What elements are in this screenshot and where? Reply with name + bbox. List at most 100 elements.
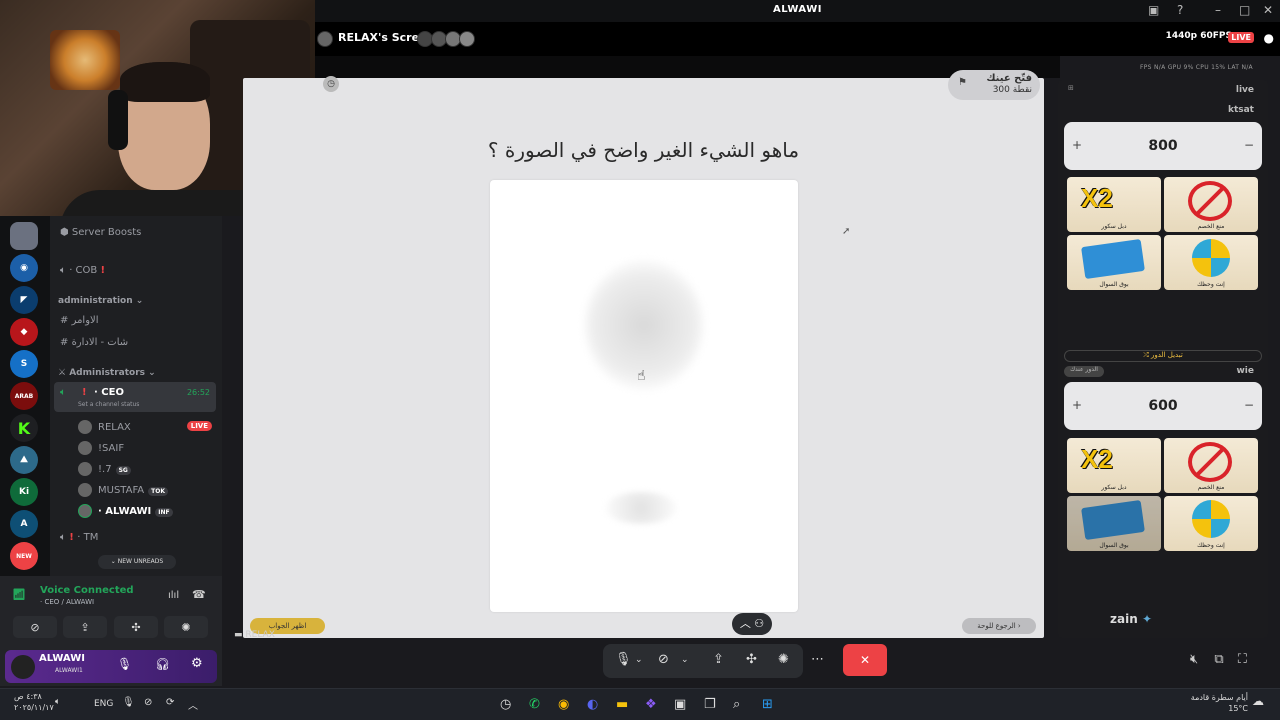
- avatar[interactable]: [11, 655, 35, 679]
- stream-view-controls: 🔇︎ ⧉ ⛶: [1190, 652, 1247, 667]
- server-icon[interactable]: S: [10, 350, 38, 378]
- channel-label: الاوامر: [71, 315, 99, 326]
- text-channel-orders[interactable]: # الاوامر: [60, 315, 99, 326]
- discord-icon[interactable]: ◐: [587, 697, 598, 712]
- search-icon[interactable]: ⌕: [733, 697, 740, 712]
- soundboard-icon[interactable]: ✺: [778, 652, 789, 667]
- stream-popout-control[interactable]: ︿ ⚇: [732, 613, 772, 635]
- chevron-down-icon[interactable]: ⌄: [681, 655, 689, 665]
- headphone-icon[interactable]: 🎧︎: [155, 657, 170, 671]
- powerup-wheel[interactable]: إنت وحظك: [1164, 235, 1258, 290]
- disconnect-icon[interactable]: ☎: [192, 588, 206, 601]
- whatsapp-icon[interactable]: ✆: [529, 697, 540, 712]
- maximize-icon[interactable]: □: [1239, 3, 1250, 17]
- powerup-cards[interactable]: بوق السوال: [1067, 496, 1161, 551]
- speaker-icon: 🔈︎: [60, 265, 70, 276]
- weather-widget[interactable]: أيام سطرة قادمة 15°C: [1180, 692, 1248, 714]
- channel-status[interactable]: Set a channel status: [78, 401, 139, 408]
- camera-off-icon[interactable]: ⊘: [658, 652, 669, 667]
- back-to-board-button[interactable]: الرجوع للوحة ›: [962, 618, 1036, 634]
- flag-icon[interactable]: ⚑: [958, 77, 967, 88]
- more-icon[interactable]: ⋯: [811, 652, 824, 667]
- volume-mute-icon[interactable]: 🔇︎: [1190, 652, 1198, 667]
- signal-icon[interactable]: 📶︎: [12, 588, 26, 601]
- language-indicator[interactable]: ENG: [94, 699, 113, 709]
- server-icon[interactable]: ◤: [10, 286, 38, 314]
- powerup-block-opponent[interactable]: منع الخصم: [1164, 177, 1258, 232]
- copilot-icon[interactable]: ❖: [645, 697, 657, 712]
- server-boosts[interactable]: ⬢ Server Boosts: [60, 227, 141, 238]
- powerup-label: إنت وحظك: [1197, 542, 1225, 549]
- new-server-badge[interactable]: NEW: [10, 542, 38, 570]
- server-icon[interactable]: [10, 222, 38, 250]
- close-icon[interactable]: ✕: [1263, 3, 1273, 17]
- screenshare-icon[interactable]: ⇪: [713, 652, 724, 667]
- avatar: [78, 420, 92, 434]
- mic-icon[interactable]: 🎙︎: [615, 652, 632, 667]
- mic-icon[interactable]: 🎙︎: [122, 697, 135, 708]
- voice-user[interactable]: !.7 SG: [78, 462, 131, 476]
- powerup-double-score[interactable]: X2 دبل سكور: [1067, 177, 1161, 232]
- mic-icon[interactable]: 🎙︎: [117, 657, 132, 671]
- minimize-icon[interactable]: –: [1215, 3, 1221, 17]
- fullscreen-icon[interactable]: ⛶: [1238, 652, 1247, 667]
- stream-owner-tag: ▬ RELAX: [234, 630, 275, 640]
- leave-call-button[interactable]: ✕: [843, 644, 887, 676]
- voice-status: Voice Connected: [40, 585, 134, 596]
- timer-icon[interactable]: ◷: [323, 76, 339, 92]
- popout-icon[interactable]: ⧉: [1214, 652, 1223, 667]
- voice-channel-tm[interactable]: 🔈︎ ! · TM: [60, 532, 98, 543]
- noise-icon[interactable]: ılıl: [168, 590, 179, 601]
- panel-header: live: [1235, 85, 1254, 95]
- taskbar-clock[interactable]: ٤:٣٨ ص ٢٠٢٥/١١/١٧: [14, 691, 54, 713]
- chevron-up-icon[interactable]: ︿: [188, 697, 198, 712]
- voice-user[interactable]: MUSTAFA TOK: [78, 483, 168, 497]
- powerup-wheel[interactable]: إنت وحظك: [1164, 496, 1258, 551]
- camera-off-button[interactable]: ⊘: [13, 616, 57, 638]
- help-icon[interactable]: ?: [1177, 3, 1183, 17]
- text-channel-chat[interactable]: # شات - الادارة: [60, 337, 128, 348]
- chevron-down-icon[interactable]: ⌄: [635, 655, 643, 665]
- server-icon[interactable]: Ki: [10, 478, 38, 506]
- chat-icon[interactable]: ●: [1264, 31, 1274, 45]
- store-icon[interactable]: ▣: [674, 697, 686, 712]
- wifi-off-icon[interactable]: ⊘: [144, 697, 152, 708]
- decrease-button[interactable]: −: [1244, 398, 1254, 412]
- server-icon[interactable]: ⛰: [10, 446, 38, 474]
- panel-grid-icon[interactable]: ⊞: [1068, 84, 1074, 92]
- screenshare-button[interactable]: ⇪: [63, 616, 107, 638]
- new-unreads-button[interactable]: ⌄ NEW UNREADS: [98, 555, 176, 569]
- gift-icon[interactable]: ▣: [1148, 3, 1159, 17]
- sync-icon[interactable]: ⟳: [166, 697, 174, 708]
- windows-start-icon[interactable]: ⊞: [762, 697, 773, 712]
- voice-user[interactable]: RELAX: [78, 420, 131, 434]
- server-icon[interactable]: ARAB: [10, 382, 38, 410]
- gear-icon[interactable]: ⚙: [191, 656, 203, 671]
- server-icon[interactable]: A: [10, 510, 38, 538]
- category-administration[interactable]: administration ⌄: [58, 296, 143, 306]
- swap-turn-button[interactable]: ⤮ تبديل الدور: [1064, 350, 1262, 362]
- timer-app-icon[interactable]: ◷: [500, 697, 511, 712]
- server-icon[interactable]: K: [10, 414, 38, 442]
- voice-user[interactable]: · ALWAWI INF: [78, 504, 173, 518]
- decrease-button[interactable]: −: [1244, 138, 1254, 152]
- server-icon[interactable]: ◆: [10, 318, 38, 346]
- task-view-icon[interactable]: ❐: [704, 697, 716, 712]
- voice-channel-ceo[interactable]: 🔈︎ ! · CEO 26:52 Set a channel status: [54, 382, 216, 412]
- server-icon[interactable]: ◉: [10, 254, 38, 282]
- category-administrators[interactable]: ⚔ Administrators ⌄: [58, 368, 156, 378]
- powerup-double-score[interactable]: X2 دبل سكور: [1067, 438, 1161, 493]
- file-explorer-icon[interactable]: ▬: [616, 697, 628, 712]
- powerup-block-opponent[interactable]: منع الخصم: [1164, 438, 1258, 493]
- speaker-icon[interactable]: 🔈︎: [55, 697, 60, 707]
- activities-icon[interactable]: ✣: [746, 652, 757, 667]
- soundboard-button[interactable]: ✺: [164, 616, 208, 638]
- activities-button[interactable]: ✣: [114, 616, 158, 638]
- avatar: [78, 441, 92, 455]
- x2-icon: X2: [1081, 444, 1113, 474]
- user-name: RELAX: [98, 422, 131, 433]
- powerup-cards[interactable]: بوق السوال: [1067, 235, 1161, 290]
- voice-channel-cob[interactable]: 🔈︎ · COB !: [60, 265, 105, 276]
- voice-user[interactable]: !SAIF: [78, 441, 124, 455]
- chrome-icon[interactable]: ◉: [558, 697, 569, 712]
